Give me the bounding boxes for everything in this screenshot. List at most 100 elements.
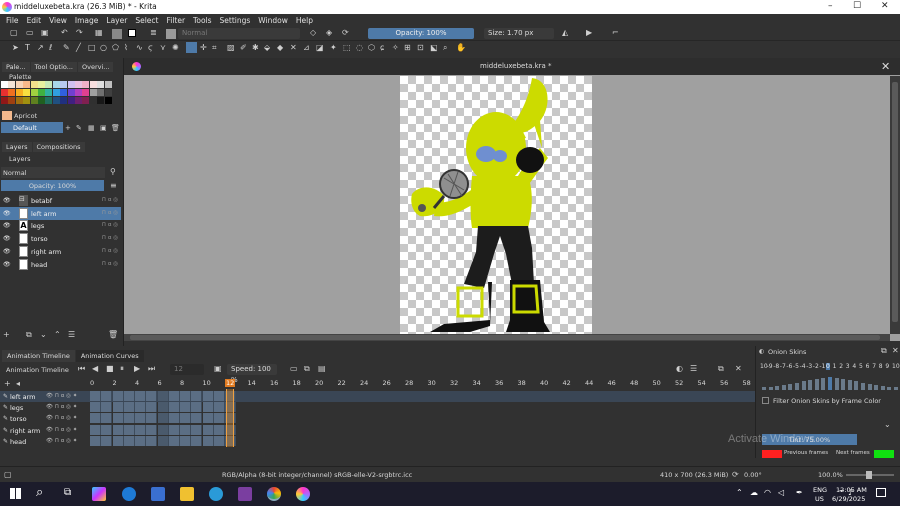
timeline-frame-cell[interactable] <box>90 435 101 446</box>
onion-opacity-bar[interactable] <box>801 381 806 390</box>
timeline-frame-cell[interactable] <box>123 413 135 424</box>
onion-frame-number[interactable]: 2 <box>839 363 843 370</box>
menu-view[interactable]: View <box>49 16 67 25</box>
measure-tool-icon[interactable]: ⊿ <box>303 43 310 53</box>
timeline-settings-icon[interactable]: ▤ <box>318 364 326 374</box>
frame-number[interactable]: 38 <box>518 379 526 387</box>
layer-visibility-icon[interactable]: 👁 <box>3 210 11 217</box>
maximize-icon[interactable]: ☐ <box>853 1 861 11</box>
onion-frame-number[interactable]: -1 <box>819 363 825 370</box>
onion-opacity-bar[interactable] <box>788 383 793 390</box>
palette-swatch[interactable] <box>97 89 105 96</box>
edit-swatch-icon[interactable]: ✎ <box>76 123 82 133</box>
frame-number[interactable]: 48 <box>630 379 638 387</box>
palette-swatch[interactable] <box>75 81 82 88</box>
similar-select-icon[interactable]: ⊞ <box>404 43 411 53</box>
timeline-frame-cell[interactable] <box>180 391 191 401</box>
timeline-frame-cell[interactable] <box>101 435 113 446</box>
bezier-tool-icon[interactable]: ∿ <box>136 43 143 53</box>
edge-beta-icon[interactable] <box>209 487 223 501</box>
chrome-icon[interactable] <box>267 487 281 501</box>
tab-tool-options[interactable]: Tool Optio... <box>30 62 77 72</box>
palette-swatch[interactable] <box>75 97 82 104</box>
timeline-frame-cell[interactable] <box>112 391 124 401</box>
photos-icon[interactable] <box>151 487 165 501</box>
layer-opacity-slider[interactable]: Opacity: 100% <box>1 180 104 191</box>
timeline-frame-cell[interactable] <box>168 402 180 413</box>
line-tool-icon[interactable]: ╱ <box>76 43 81 53</box>
canvas-horizontal-scrollbar[interactable] <box>124 334 890 341</box>
onion-frame-number[interactable]: -3 <box>806 363 812 370</box>
timeline-frame-cell[interactable] <box>146 435 158 446</box>
layer-visibility-icon[interactable]: 👁 <box>3 235 11 242</box>
timeline-layer-icons[interactable]: 👁 ⊓ α ◎ ✦ <box>46 438 77 444</box>
playhead[interactable] <box>226 389 234 447</box>
palette-swatch[interactable] <box>104 81 112 88</box>
frame-number[interactable]: 2 <box>113 379 117 387</box>
palette-swatch[interactable] <box>15 97 23 104</box>
timeline-frame-cell[interactable] <box>191 402 203 413</box>
palette-swatch[interactable] <box>67 89 75 96</box>
minimize-icon[interactable]: – <box>828 1 833 11</box>
wrap-around-icon[interactable]: ⌐ <box>612 28 619 38</box>
frame-number[interactable]: 18 <box>293 379 301 387</box>
crop-tool-icon[interactable]: ⌗ <box>212 43 217 53</box>
palette-swatch[interactable] <box>23 81 31 88</box>
frame-number[interactable]: 30 <box>428 379 436 387</box>
brush-preset-icon[interactable] <box>166 29 176 39</box>
timeline-frame-cell[interactable] <box>202 435 214 446</box>
timeline-frame-cell[interactable] <box>180 413 191 424</box>
timeline-frame-cell[interactable] <box>191 413 203 424</box>
palette-swatch[interactable] <box>97 97 105 104</box>
frame-number[interactable]: 4 <box>135 379 139 387</box>
timeline-frame-cell[interactable] <box>123 435 135 446</box>
palette-selector[interactable]: Default <box>1 122 63 133</box>
freehand-select-icon[interactable]: ɕ <box>380 43 384 53</box>
palette-swatch[interactable] <box>82 97 90 104</box>
smart-patch-icon[interactable]: ✱ <box>252 43 259 53</box>
timeline-frame-cell[interactable] <box>146 413 158 424</box>
canvas-vertical-scrollbar[interactable] <box>890 76 900 334</box>
onion-frame-number[interactable]: 3 <box>846 363 850 370</box>
frame-number[interactable]: 22 <box>338 379 346 387</box>
timeline-layer-icons[interactable]: 👁 ⊓ α ◎ ✦ <box>46 427 77 433</box>
palette-swatch[interactable] <box>67 81 75 88</box>
document-tab[interactable]: middeluxebeta.kra * <box>480 62 552 70</box>
timeline-frame-cell[interactable] <box>90 424 101 435</box>
palette-grid-icon[interactable]: ▦ <box>88 123 95 133</box>
layer-properties-icons[interactable]: ⊓ α ◎ <box>102 248 118 254</box>
timeline-frame-cell[interactable] <box>202 413 214 424</box>
onion-frame-number[interactable]: 0 <box>826 363 830 370</box>
brush-settings-icon[interactable]: ≣ <box>150 28 157 38</box>
file-explorer-icon[interactable] <box>180 487 194 501</box>
onion-opacity-bar[interactable] <box>880 385 885 390</box>
select-shapes-icon[interactable]: ➤ <box>12 43 19 53</box>
freehand-path-icon[interactable]: ϛ <box>148 43 153 53</box>
previous-frames-color[interactable] <box>762 450 782 458</box>
onion-close-icon[interactable]: ✕ <box>892 346 899 356</box>
layer-properties-icons[interactable]: ⊓ α ◎ <box>102 210 118 216</box>
gradient-tool-icon[interactable]: ▨ <box>227 43 235 53</box>
timeline-frame-cell[interactable] <box>191 424 203 435</box>
timeline-frame-cell[interactable] <box>213 413 225 424</box>
menu-select[interactable]: Select <box>135 16 158 25</box>
onedrive-icon[interactable]: ☁ <box>750 488 758 497</box>
timeline-row[interactable]: ✎ torso 👁 ⊓ α ◎ ✦ <box>0 413 755 424</box>
onion-opacity-bar[interactable] <box>847 380 852 390</box>
mirror-horizontal-icon[interactable]: ◭ <box>562 28 568 38</box>
duplicate-layer-icon[interactable]: ⧉ <box>26 330 32 340</box>
layer-visibility-icon[interactable]: 👁 <box>3 248 11 255</box>
layer-options-icon[interactable]: ≡ <box>110 181 117 191</box>
layer-filter-icon[interactable]: ⚲ <box>110 167 116 177</box>
onion-opacity-bar[interactable] <box>887 386 892 390</box>
zoom-value[interactable]: 100.0% <box>818 471 843 479</box>
onion-frame-number[interactable]: -4 <box>800 363 806 370</box>
timeline-layer-icons[interactable]: 👁 ⊓ α ◎ ✦ <box>46 415 77 421</box>
krita-taskbar-icon[interactable] <box>296 487 310 501</box>
palette-swatch[interactable] <box>82 89 90 96</box>
frame-number[interactable]: 6 <box>158 379 162 387</box>
onion-frame-number[interactable]: 9 <box>885 363 889 370</box>
timeline-frame-cell[interactable] <box>90 402 101 413</box>
opacity-slider[interactable]: Opacity: 100% <box>368 28 474 39</box>
ellipse-tool-icon[interactable]: ○ <box>100 43 107 53</box>
